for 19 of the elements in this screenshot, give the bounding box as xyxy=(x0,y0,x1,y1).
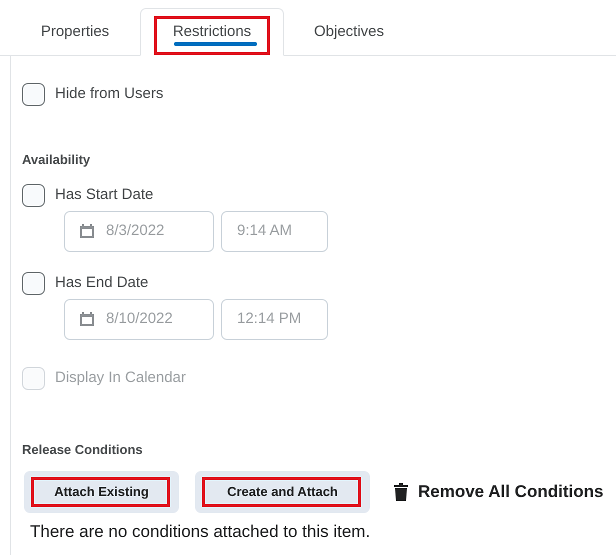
tab[interactable]: Properties xyxy=(10,8,140,56)
checkbox-label: Display In Calendar xyxy=(55,368,186,388)
checkbox[interactable] xyxy=(22,184,45,206)
button[interactable]: Attach Existing xyxy=(24,471,179,513)
button[interactable]: Create and Attach xyxy=(195,471,370,513)
checkbox-label: Has End Date xyxy=(55,272,148,293)
section-heading: Availability xyxy=(22,151,92,169)
checkbox[interactable] xyxy=(22,272,45,294)
checkbox-label: Has Start Date xyxy=(55,184,154,205)
calendar-icon xyxy=(80,224,94,238)
trash-icon xyxy=(394,483,408,501)
tab[interactable]: Objectives xyxy=(284,8,414,56)
empty-message: There are no conditions attached to this item. xyxy=(30,521,372,543)
tab[interactable]: Restrictions xyxy=(140,8,284,56)
checkbox-label: Hide from Users xyxy=(55,84,164,104)
remove-all-button[interactable]: Remove All Conditions xyxy=(394,479,604,505)
calendar-icon xyxy=(80,312,94,326)
checkbox[interactable] xyxy=(22,83,45,106)
section-heading: Release Conditions xyxy=(22,440,144,458)
